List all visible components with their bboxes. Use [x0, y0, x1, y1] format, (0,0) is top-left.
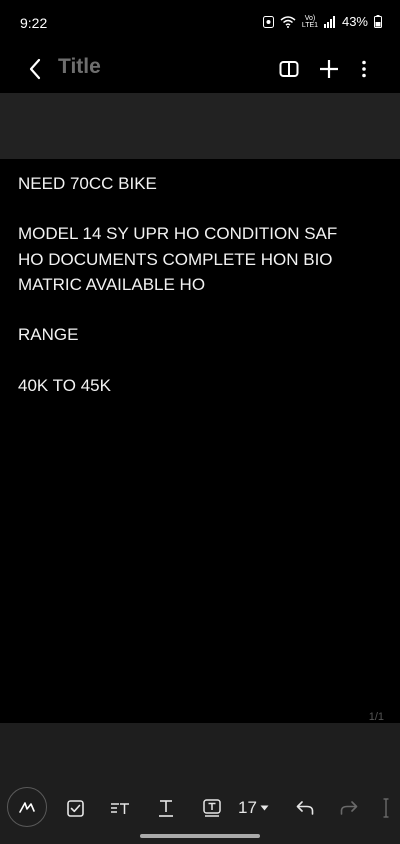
add-button[interactable]: [314, 54, 344, 84]
paragraph-style-button[interactable]: [104, 792, 136, 824]
text-underline-icon: [159, 800, 173, 817]
gesture-nav-handle[interactable]: [140, 834, 260, 838]
text-box-button[interactable]: [196, 792, 228, 824]
note-body[interactable]: NEED 70CC BIKE MODEL 14 SY UPR HO CONDIT…: [0, 159, 400, 723]
caret-down-icon: [260, 805, 269, 811]
redo-button[interactable]: [333, 792, 365, 824]
signal-icon: [323, 15, 336, 28]
toolbar-scroll-handle[interactable]: [373, 792, 399, 824]
status-time: 9:22: [20, 15, 48, 31]
book-icon: [279, 61, 299, 77]
note-line: RANGE: [18, 325, 79, 344]
redo-icon: [340, 801, 358, 815]
volte-label-bottom: LTE1: [301, 21, 319, 29]
note-header-band: [0, 93, 400, 159]
note-line: NEED 70CC BIKE: [18, 174, 157, 193]
font-size-value: 17: [238, 798, 257, 817]
more-options-button[interactable]: [349, 54, 379, 84]
undo-icon: [296, 801, 314, 815]
note-title[interactable]: Title: [58, 55, 101, 79]
page-indicator: 1/1: [368, 711, 384, 723]
checkbox-icon: [66, 799, 84, 817]
note-line: HO DOCUMENTS COMPLETE HON BIO: [18, 249, 333, 269]
handwriting-button[interactable]: [7, 787, 47, 827]
more-vertical-icon: [362, 60, 366, 78]
app-header: Title: [0, 46, 400, 92]
note-line: 40K TO 45K: [18, 376, 111, 395]
checkbox-button[interactable]: [59, 792, 91, 824]
volte-icon: Vo) LTE1: [302, 15, 318, 29]
battery-percent: 43%: [341, 14, 368, 29]
wifi-icon: [280, 15, 296, 28]
back-button[interactable]: [20, 54, 50, 84]
notification-icon: [262, 15, 274, 28]
status-icons: Vo) LTE1 43%: [262, 14, 382, 29]
pen-icon: [19, 802, 35, 813]
formatting-toolbar: 17: [0, 786, 400, 830]
undo-button[interactable]: [289, 792, 321, 824]
font-size-button[interactable]: 17: [238, 792, 269, 824]
text-box-icon: [203, 799, 221, 817]
volte-label-top: Vo): [304, 14, 316, 22]
text-format-button[interactable]: [150, 792, 182, 824]
note-line: MODEL 14 SY UPR HO CONDITION SAF: [18, 224, 338, 243]
note-line: MATRIC AVAILABLE HO: [18, 275, 206, 294]
resize-handle-icon: [383, 798, 389, 818]
text-style-icon: [111, 803, 129, 814]
status-bar: 9:22 Vo) LTE1 43%: [0, 0, 400, 46]
battery-icon: [374, 15, 382, 28]
plus-icon: [320, 60, 338, 78]
book-view-button[interactable]: [274, 54, 304, 84]
chevron-left-icon: [29, 58, 41, 80]
